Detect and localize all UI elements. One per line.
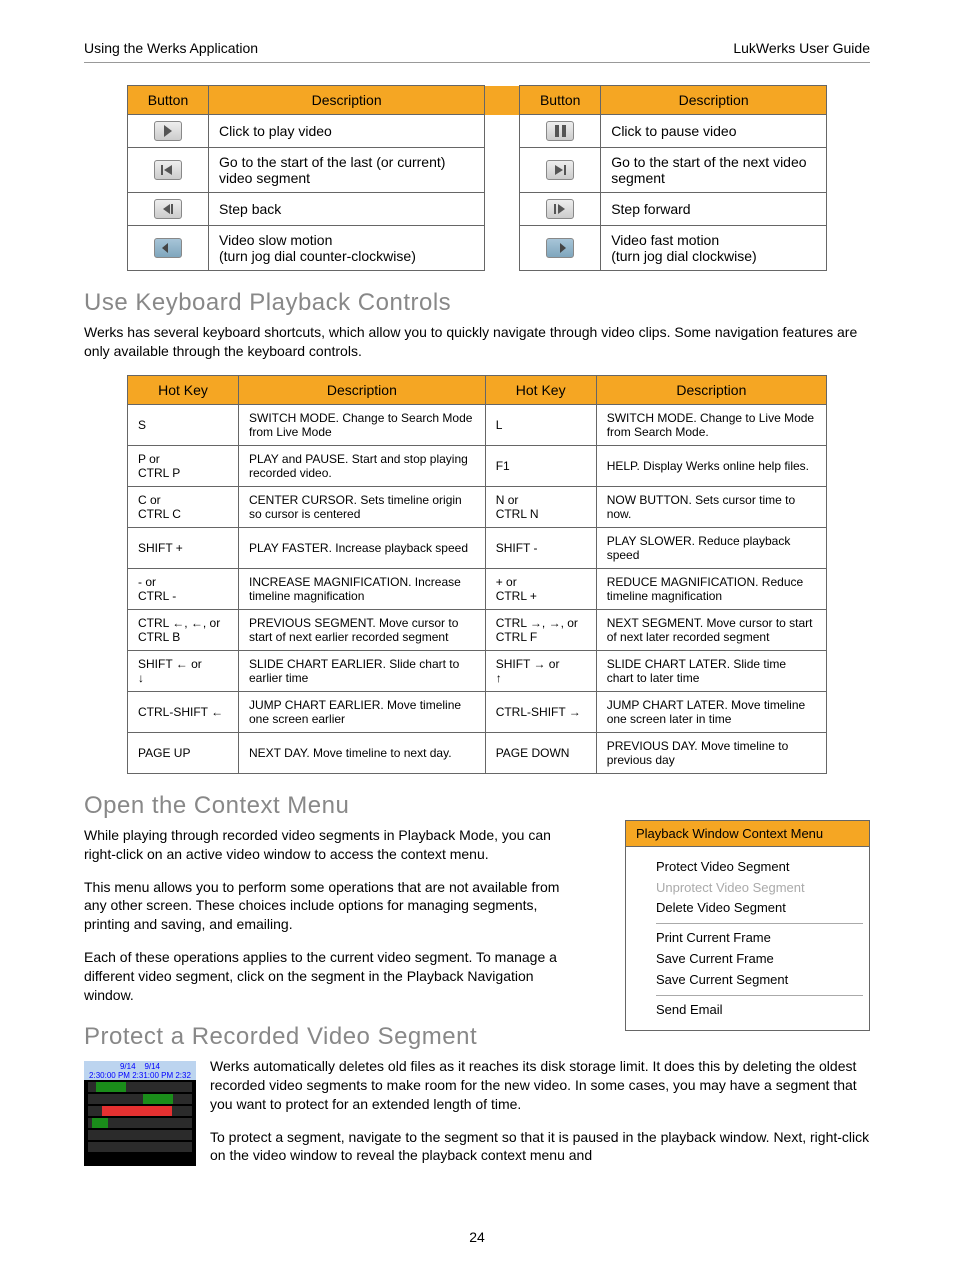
desc: Click to pause video xyxy=(601,115,827,148)
hotkey: CTRL-SHIFT ← xyxy=(128,691,239,732)
hotkey: SHIFT → or ↑ xyxy=(485,650,596,691)
hotkey: PAGE UP xyxy=(128,732,239,773)
hotkey-desc: SWITCH MODE. Change to Live Mode from Se… xyxy=(596,404,826,445)
step-forward-icon xyxy=(546,199,574,219)
hotkey-desc: NOW BUTTON. Sets cursor time to now. xyxy=(596,486,826,527)
hotkey: P or CTRL P xyxy=(128,445,239,486)
hotkey: CTRL-SHIFT → xyxy=(485,691,596,732)
next-segment-icon xyxy=(546,160,574,180)
context-menu-item[interactable]: Save Current Segment xyxy=(656,970,863,991)
hotkey-desc: SWITCH MODE. Change to Search Mode from … xyxy=(239,404,486,445)
hotkey-desc: CENTER CURSOR. Sets timeline origin so c… xyxy=(239,486,486,527)
context-menu-item[interactable]: Protect Video Segment xyxy=(656,857,863,878)
col-hotkey: Hot Key xyxy=(128,375,239,404)
table-row: CTRL-SHIFT ←JUMP CHART EARLIER. Move tim… xyxy=(128,691,827,732)
hotkey: SHIFT - xyxy=(485,527,596,568)
body-text: Werks has several keyboard shortcuts, wh… xyxy=(84,323,870,361)
hotkey: PAGE DOWN xyxy=(485,732,596,773)
col-button: Button xyxy=(520,86,601,115)
hotkey-desc: NEXT DAY. Move timeline to next day. xyxy=(239,732,486,773)
table-row: CTRL ←, ←, or CTRL BPREVIOUS SEGMENT. Mo… xyxy=(128,609,827,650)
context-menu-item[interactable]: Print Current Frame xyxy=(656,928,863,949)
hotkey-desc: INCREASE MAGNIFICATION. Increase timelin… xyxy=(239,568,486,609)
hotkey-desc: PLAY SLOWER. Reduce playback speed xyxy=(596,527,826,568)
context-menu-item[interactable]: Send Email xyxy=(656,1000,863,1021)
heading-keyboard-controls: Use Keyboard Playback Controls xyxy=(84,289,870,317)
desc: Step back xyxy=(209,193,485,226)
body-text: This menu allows you to perform some ope… xyxy=(84,878,564,935)
context-menu-item[interactable]: Unprotect Video Segment xyxy=(656,878,863,899)
table-row: SHIFT ← or ↓SLIDE CHART EARLIER. Slide c… xyxy=(128,650,827,691)
hotkey-desc: JUMP CHART LATER. Move timeline one scre… xyxy=(596,691,826,732)
hotkey: + or CTRL + xyxy=(485,568,596,609)
context-menu-title: Playback Window Context Menu xyxy=(625,820,870,846)
col-hotkey: Hot Key xyxy=(485,375,596,404)
jog-right-icon xyxy=(546,238,574,258)
header-right: LukWerks User Guide xyxy=(733,40,870,56)
col-description: Description xyxy=(601,86,827,115)
col-description: Description xyxy=(209,86,485,115)
table-row: SHIFT +PLAY FASTER. Increase playback sp… xyxy=(128,527,827,568)
table-row: - or CTRL -INCREASE MAGNIFICATION. Incre… xyxy=(128,568,827,609)
table-row: Step back Step forward xyxy=(128,193,827,226)
table-row: Click to play video Click to pause video xyxy=(128,115,827,148)
desc: Video fast motion (turn jog dial clockwi… xyxy=(601,226,827,271)
page-header: Using the Werks Application LukWerks Use… xyxy=(84,40,870,63)
header-left: Using the Werks Application xyxy=(84,40,258,56)
table-row: PAGE UPNEXT DAY. Move timeline to next d… xyxy=(128,732,827,773)
hotkey-desc: PLAY and PAUSE. Start and stop playing r… xyxy=(239,445,486,486)
hotkey-desc: NEXT SEGMENT. Move cursor to start of ne… xyxy=(596,609,826,650)
hotkey: F1 xyxy=(485,445,596,486)
hotkey: CTRL →, →, or CTRL F xyxy=(485,609,596,650)
col-description: Description xyxy=(596,375,826,404)
hotkeys-table: Hot Key Description Hot Key Description … xyxy=(127,375,827,774)
context-menu-item[interactable]: Save Current Frame xyxy=(656,949,863,970)
hotkey-desc: SLIDE CHART EARLIER. Slide chart to earl… xyxy=(239,650,486,691)
col-button: Button xyxy=(128,86,209,115)
desc: Go to the start of the last (or current)… xyxy=(209,148,485,193)
desc: Click to play video xyxy=(209,115,485,148)
heading-context-menu: Open the Context Menu xyxy=(84,792,870,820)
body-text: Each of these operations applies to the … xyxy=(84,948,564,1005)
pause-icon xyxy=(546,121,574,141)
col-description: Description xyxy=(239,375,486,404)
table-row: Video slow motion (turn jog dial counter… xyxy=(128,226,827,271)
body-text: To protect a segment, navigate to the se… xyxy=(84,1128,870,1166)
hotkey: S xyxy=(128,404,239,445)
hotkey-desc: PREVIOUS SEGMENT. Move cursor to start o… xyxy=(239,609,486,650)
hotkey: L xyxy=(485,404,596,445)
hotkey: SHIFT ← or ↓ xyxy=(128,650,239,691)
body-text: Werks automatically deletes old files as… xyxy=(84,1057,870,1114)
table-row: SSWITCH MODE. Change to Search Mode from… xyxy=(128,404,827,445)
table-row: C or CTRL CCENTER CURSOR. Sets timeline … xyxy=(128,486,827,527)
desc: Go to the start of the next video segmen… xyxy=(601,148,827,193)
hotkey: - or CTRL - xyxy=(128,568,239,609)
hotkey: SHIFT + xyxy=(128,527,239,568)
hotkey-desc: SLIDE CHART LATER. Slide time chart to l… xyxy=(596,650,826,691)
buttons-table: Button Description Button Description Cl… xyxy=(127,85,827,271)
hotkey: C or CTRL C xyxy=(128,486,239,527)
jog-left-icon xyxy=(154,238,182,258)
page-number: 24 xyxy=(84,1229,870,1245)
step-back-icon xyxy=(154,199,182,219)
body-text: While playing through recorded video seg… xyxy=(84,826,564,864)
desc: Video slow motion (turn jog dial counter… xyxy=(209,226,485,271)
context-menu-item[interactable]: Delete Video Segment xyxy=(656,898,863,919)
table-row: Go to the start of the last (or current)… xyxy=(128,148,827,193)
hotkey: N or CTRL N xyxy=(485,486,596,527)
hotkey-desc: PREVIOUS DAY. Move timeline to previous … xyxy=(596,732,826,773)
context-menu-figure: Playback Window Context Menu Protect Vid… xyxy=(625,820,870,1032)
hotkey: CTRL ←, ←, or CTRL B xyxy=(128,609,239,650)
hotkey-desc: JUMP CHART EARLIER. Move timeline one sc… xyxy=(239,691,486,732)
hotkey-desc: REDUCE MAGNIFICATION. Reduce timeline ma… xyxy=(596,568,826,609)
hotkey-desc: PLAY FASTER. Increase playback speed xyxy=(239,527,486,568)
table-row: P or CTRL PPLAY and PAUSE. Start and sto… xyxy=(128,445,827,486)
desc: Step forward xyxy=(601,193,827,226)
prev-segment-icon xyxy=(154,160,182,180)
play-icon xyxy=(154,121,182,141)
hotkey-desc: HELP. Display Werks online help files. xyxy=(596,445,826,486)
timeline-thumbnail: 9/14 9/14 2:30:00 PM 2:31:00 PM 2:32 xyxy=(84,1061,196,1166)
